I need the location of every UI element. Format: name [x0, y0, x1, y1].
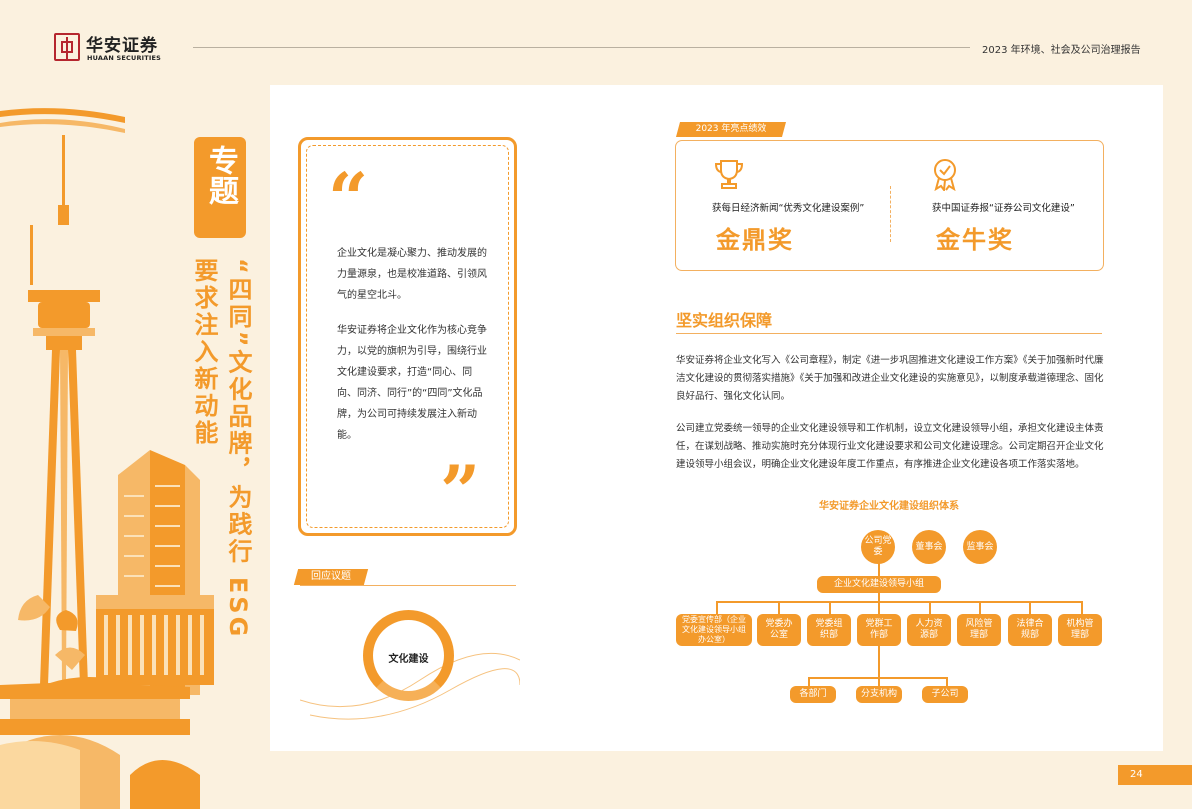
seal-icon [54, 33, 80, 61]
org-node-party-committee: 公司党委 [861, 530, 895, 564]
response-divider-left [300, 585, 366, 586]
quote-card: “ 企业文化是凝心聚力、推动发展的力量源泉，也是校准道路、引领风气的星空北斗。 … [298, 137, 517, 536]
section-paragraph-2: 公司建立党委统一领导的企业文化建设领导和工作机制，设立文化建设领导小组，承担文化… [676, 423, 1104, 470]
section-title: 坚实组织保障 [676, 311, 773, 330]
report-title: 2023 年环境、社会及公司治理报告 [982, 45, 1141, 56]
highlight-caption-2: 获中国证券报“证券公司文化建设” [932, 203, 1075, 214]
header-divider [193, 47, 970, 48]
highlights-tag: 2023 年亮点绩效 [675, 122, 787, 137]
highlights-tag-label: 2023 年亮点绩效 [695, 124, 767, 134]
brand-name: 华安证券 [86, 36, 158, 56]
section-divider [676, 333, 1102, 334]
highlight-caption-1: 获每日经济新闻“优秀文化建设案例” [712, 203, 865, 214]
brand-name-en: HUAAN SECURITIES [87, 54, 162, 62]
trophy-icon [714, 160, 744, 189]
page-number: 24 [1118, 765, 1192, 785]
medal-icon [934, 159, 956, 191]
org-connector [946, 677, 948, 686]
highlight-award-1: 金鼎奖 [716, 226, 794, 254]
org-node-dept: 法律合规部 [1008, 614, 1052, 646]
org-node-board: 董事会 [912, 530, 946, 564]
org-node-dept: 党委组织部 [807, 614, 851, 646]
org-connector [979, 601, 981, 614]
org-connector [1081, 601, 1083, 614]
company-logo: 华安证券 HUAAN SECURITIES [54, 33, 166, 65]
org-connector [808, 677, 810, 686]
org-connector [878, 677, 880, 686]
org-node-dept: 党群工作部 [857, 614, 901, 646]
topic-title-line2: 要求注入新动能 [190, 258, 218, 447]
org-connector [929, 601, 931, 614]
org-connector [878, 645, 880, 677]
org-node-bottom: 子公司 [922, 686, 968, 703]
org-node-leading-group: 企业文化建设领导小组 [817, 576, 941, 593]
org-node-dept: 风险管理部 [957, 614, 1001, 646]
org-connector [716, 601, 718, 614]
org-node-dept: 机构管理部 [1058, 614, 1102, 646]
quote-paragraph-2: 华安证券将企业文化作为核心竞争力，以党的旗帜为引导，围绕行业文化建设要求，打造“… [337, 325, 487, 441]
highlight-award-2: 金牛奖 [936, 226, 1014, 254]
org-node-dept: 人力资源部 [907, 614, 951, 646]
org-connector [878, 601, 880, 614]
response-tag-label: 回应议题 [311, 571, 351, 582]
topic-badge: 专题 [194, 137, 246, 238]
response-divider [366, 585, 516, 586]
topic-badge-text: 专题 [203, 145, 238, 205]
org-connector [829, 601, 831, 614]
close-quote-icon: ” [440, 450, 481, 533]
org-connector [716, 601, 1082, 603]
response-topic-label: 文化建设 [388, 654, 429, 665]
section-paragraph-1: 华安证券将企业文化写入《公司章程》，制定《进一步巩固推进文化建设工作方案》《关于… [676, 355, 1104, 402]
highlights-divider [890, 186, 891, 242]
org-node-bottom: 各部门 [790, 686, 836, 703]
org-connector [1029, 601, 1031, 614]
org-node-dept: 党委宣传部（企业文化建设领导小组办公室） [676, 614, 752, 646]
topic-title-line1: “四同”文化品牌，为践行 ESG [224, 258, 252, 640]
org-node-supervisors: 监事会 [963, 530, 997, 564]
org-node-dept: 党委办公室 [757, 614, 801, 646]
org-node-bottom: 分支机构 [856, 686, 902, 703]
org-connector [878, 593, 880, 601]
quote-paragraph-1: 企业文化是凝心聚力、推动发展的力量源泉，也是校准道路、引领风气的星空北斗。 [337, 248, 487, 301]
org-connector [778, 601, 780, 614]
open-quote-icon: “ [328, 157, 369, 240]
org-chart-title: 华安证券企业文化建设组织体系 [819, 501, 959, 512]
response-tag: 回应议题 [293, 569, 369, 585]
